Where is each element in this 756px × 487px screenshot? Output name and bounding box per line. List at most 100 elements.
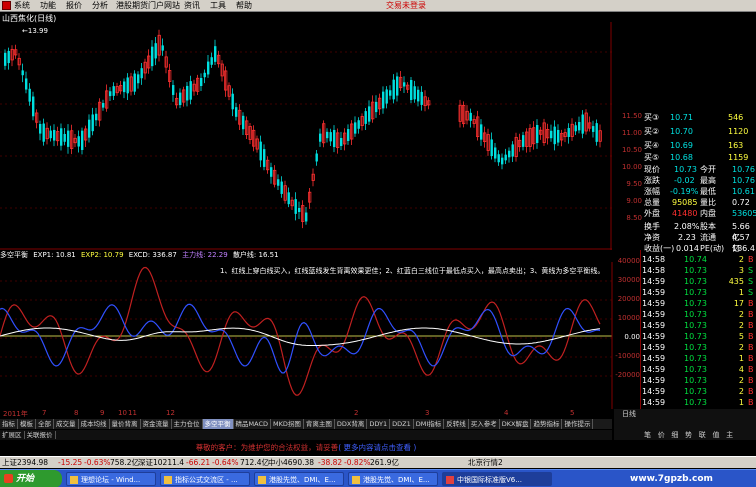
bj-quote[interactable]: 北京行情2 [468, 457, 503, 469]
tab-fund-flow[interactable]: 资金流量 [141, 419, 172, 429]
task-button[interactable]: 指标公式交流区 - ... [160, 472, 250, 486]
retail-line [0, 303, 601, 374]
trade-login-status[interactable]: 交易未登录 [386, 0, 426, 12]
bid-price: 10.70 [670, 127, 693, 136]
tab-mkd[interactable]: MKD拐图 [271, 419, 304, 429]
start-button[interactable]: 开始 [0, 470, 62, 487]
indicator-bar: 多空平衡 EXP1: 10.81 EXP2: 10.79 EXCD: 336.8… [0, 250, 612, 261]
tick-row: 14:59 10.73 17 B [642, 299, 754, 308]
tab-ddx[interactable]: DDX背离 [335, 419, 368, 429]
stat-row: 外盘 41480 内盘 53605 [644, 209, 756, 218]
tab-all[interactable]: 全部 [36, 419, 54, 429]
sh-index[interactable]: 上证2394.98 [2, 457, 48, 469]
tab-dkx[interactable]: DKX解盘 [500, 419, 532, 429]
zx-index[interactable]: 中小4690.38 [268, 457, 314, 469]
tab-vp-divergence[interactable]: 量价背离 [110, 419, 141, 429]
bid-price: 10.69 [670, 141, 693, 150]
notice-link[interactable]: ( 更多内容请点击查看 ) [338, 443, 416, 452]
tab-ddy[interactable]: DDY1 [367, 419, 391, 429]
quote-tab[interactable]: 细 [671, 431, 678, 439]
zx-pct: -0.82% [344, 458, 371, 467]
tab-macd[interactable]: 精品MACD [234, 419, 271, 429]
bid-volume: 1159 [728, 153, 749, 162]
tick-row: 14:59 10.73 1 B [642, 398, 754, 407]
indicator-excd: EXCD: 336.87 [128, 251, 177, 259]
menu-function[interactable]: 功能 [40, 0, 56, 12]
menu-news[interactable]: 资讯 [184, 0, 200, 12]
tick-row: 14:59 10.73 2 B [642, 387, 754, 396]
tab-reversal[interactable]: 反转线 [444, 419, 469, 429]
quote-tab[interactable]: 价 [658, 431, 665, 439]
date-tick: 9 [100, 409, 105, 417]
tab-divergence-main[interactable]: 背离主图 [304, 419, 335, 429]
tab-buy-ref[interactable]: 买入参考 [469, 419, 500, 429]
sz-index[interactable]: 深证10211.4 [138, 457, 184, 469]
menu-system[interactable]: 系统 [14, 0, 30, 12]
task-button[interactable]: 港股先觉、DMI、E... [254, 472, 344, 486]
tab-dmi[interactable]: DMI指标 [414, 419, 445, 429]
tab-extension[interactable]: 扩展区 [0, 431, 25, 439]
tab-trend[interactable]: 趋势指标 [531, 419, 563, 429]
tick-row: 14:59 10.73 1 S [642, 288, 754, 297]
indicator-annotation: 1、红线上穿白线买入，红线蓝线发生背离效果更佳；2、红蓝白三线位于最低点买入，最… [220, 267, 605, 275]
tab-hint[interactable]: 操作提示 [562, 419, 594, 429]
tab-template[interactable]: 模板 [18, 419, 36, 429]
date-tick: 4 [504, 409, 509, 417]
menu-portal[interactable]: 门户网站 [148, 0, 180, 12]
ie-icon [258, 476, 266, 484]
date-tick: 11 [128, 409, 137, 417]
tick-row: 14:58 10.74 2 B [642, 255, 754, 264]
sh-amount: 758.2亿 [110, 458, 139, 467]
sz-amount: 712.4亿 [240, 458, 269, 467]
zx-change: -38.82 [318, 458, 343, 467]
notice-bar: 尊敬的客户：为维护您的合法权益，请妥善( 更多内容请点击查看 ) [0, 441, 612, 455]
kline-chart[interactable] [0, 22, 612, 250]
date-tick: 3 [425, 409, 430, 417]
stat-row: 总量 95085 量比 0.72 [644, 198, 750, 207]
tab-volume[interactable]: 成交量 [54, 419, 79, 429]
bid-label: 买④ [644, 141, 660, 150]
tab-ddz[interactable]: DDZ1 [390, 419, 414, 429]
tab-main-position[interactable]: 主力仓位 [172, 419, 203, 429]
quote-bottom-tabs: 日线 笔 价 细 势 联 值 主 [614, 409, 756, 440]
app-icon [446, 476, 454, 484]
oscillator-chart[interactable] [0, 262, 640, 409]
quote-tab[interactable]: 联 [699, 431, 706, 439]
indicator-main: 主力线: 22.29 [182, 251, 228, 259]
quote-tab[interactable]: 笔 [644, 431, 651, 439]
tab-indicator[interactable]: 指标 [0, 419, 18, 429]
sz-change: -66.21 [186, 458, 211, 467]
stat-row: 涨跌 -0.02 最高 10.76 [644, 176, 755, 185]
menu-help[interactable]: 帮助 [236, 0, 252, 12]
ie-icon [352, 476, 360, 484]
date-axis: 2011年 7 8 9 10 11 12 2 3 4 5 [0, 409, 612, 419]
tab-long-short-balance[interactable]: 多空平衡 [202, 419, 234, 429]
tab-cost-ma[interactable]: 成本均线 [79, 419, 110, 429]
ie-icon [70, 476, 78, 484]
indicator-tabs: 指标 模板 全部 成交量 成本均线 量价背离 资金流量 主力仓位 多空平衡 精品MACD MKD拐图… [0, 419, 612, 429]
bid-row: 买② 10.70 1120 [614, 126, 756, 137]
menu-hk-futures[interactable]: 港股期货 [116, 0, 148, 12]
quote-tab[interactable]: 主 [726, 431, 733, 439]
bid-label: 买⑤ [644, 153, 660, 162]
menu-quote[interactable]: 报价 [66, 0, 82, 12]
bid-price: 10.71 [670, 113, 693, 122]
tick-row: 14:59 10.73 435 S [642, 277, 754, 286]
app-logo-icon [2, 1, 11, 10]
tick-row: 14:59 10.73 2 B [642, 310, 754, 319]
tab-related-quote[interactable]: 关联报价 [24, 431, 56, 439]
task-button[interactable]: 港股先觉、DMI、E... [348, 472, 438, 486]
tick-row: 14:59 10.73 2 B [642, 321, 754, 330]
menu-analysis[interactable]: 分析 [92, 0, 108, 12]
quote-tab-row: 笔 价 细 势 联 值 主 [644, 430, 733, 440]
indicator-retail: 散户线: 16.51 [232, 251, 279, 259]
indicator-name[interactable]: 多空平衡 [0, 251, 28, 259]
watermark: www.7gpzb.com [630, 474, 713, 484]
bid-label: 买② [644, 127, 660, 136]
menu-tools[interactable]: 工具 [210, 0, 226, 12]
task-button[interactable]: 理想论坛 - Wind... [66, 472, 156, 486]
quote-tab[interactable]: 势 [685, 431, 692, 439]
task-button[interactable]: 中银国际标准版V6... [442, 472, 552, 486]
quote-tab[interactable]: 值 [712, 431, 719, 439]
date-tick: 7 [42, 409, 47, 417]
